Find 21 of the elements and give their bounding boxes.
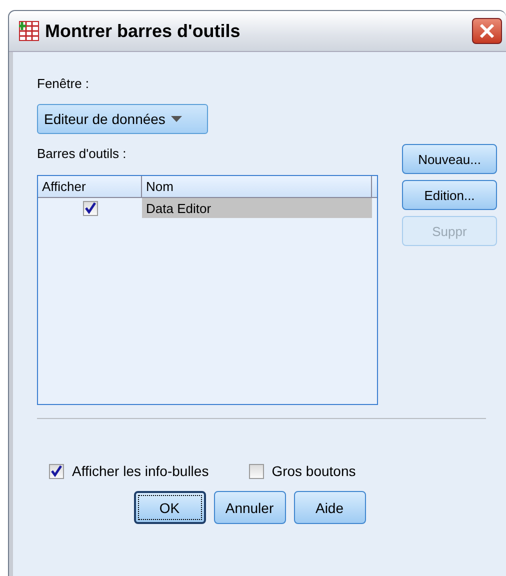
close-icon	[479, 23, 495, 39]
dialog-button[interactable]: OK	[134, 491, 206, 524]
side-button[interactable]: Edition...	[402, 180, 497, 210]
column-header[interactable]: Nom	[142, 176, 372, 197]
toolbar-name-cell[interactable]: Data Editor	[142, 198, 372, 218]
dialog-button[interactable]: Annuler	[214, 491, 286, 524]
column-header[interactable]: Afficher	[38, 176, 142, 197]
window-title: Montrer barres d'outils	[45, 20, 242, 42]
toolbars-label: Barres d'outils :	[37, 146, 128, 161]
window-dropdown[interactable]: Editeur de données	[37, 104, 208, 134]
spreadsheet-icon	[19, 21, 39, 41]
checkbox[interactable]	[248, 464, 264, 478]
close-button[interactable]	[472, 18, 502, 44]
checkbox[interactable]	[82, 200, 98, 216]
option-label: Gros boutons	[272, 463, 356, 479]
dropdown-caret-icon	[171, 116, 182, 122]
side-button[interactable]: Nouveau...	[402, 144, 497, 174]
window-label: Fenêtre :	[37, 76, 90, 91]
option-label: Afficher les info-bulles	[72, 463, 209, 479]
dialog-button[interactable]: Aide	[294, 491, 366, 524]
checkbox[interactable]	[49, 464, 64, 478]
